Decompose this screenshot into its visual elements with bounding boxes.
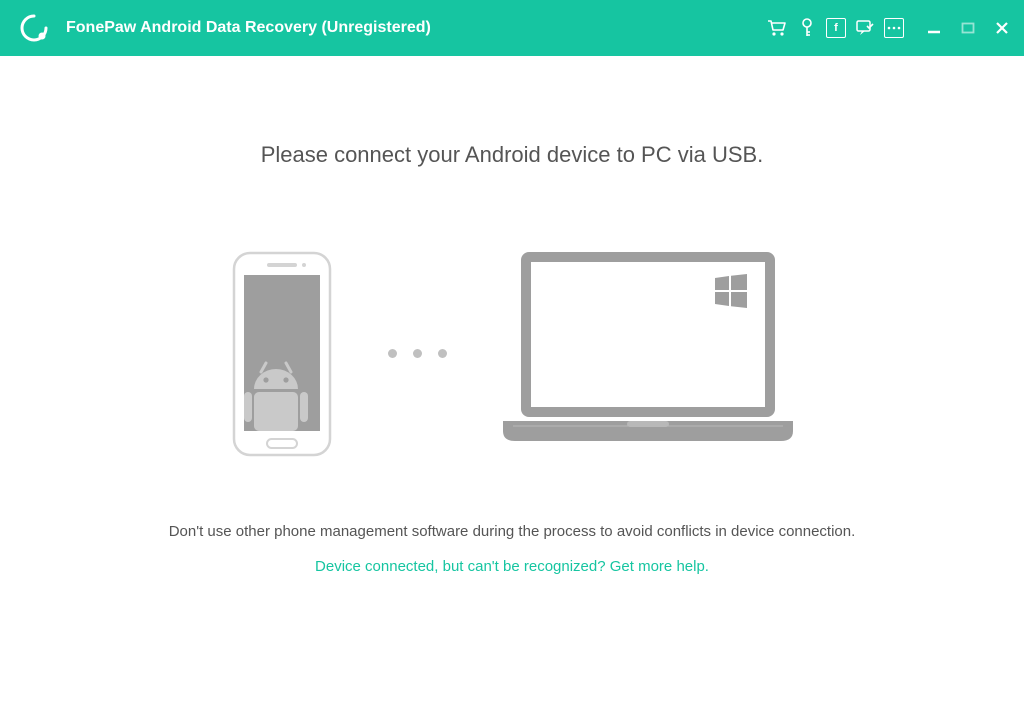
app-logo-icon: [20, 14, 48, 42]
instruction-title: Please connect your Android device to PC…: [261, 142, 764, 168]
connection-dots: [388, 349, 447, 358]
maximize-button[interactable]: [958, 18, 978, 38]
laptop-illustration: [493, 246, 803, 461]
main-content: Please connect your Android device to PC…: [0, 56, 1024, 702]
cart-icon[interactable]: [766, 17, 788, 39]
phone-illustration: [222, 249, 342, 459]
more-icon[interactable]: [884, 18, 904, 38]
close-button[interactable]: [992, 18, 1012, 38]
illustration-row: [222, 246, 803, 461]
facebook-icon[interactable]: f: [826, 18, 846, 38]
titlebar-left-group: FonePaw Android Data Recovery (Unregiste…: [12, 14, 431, 42]
warning-text: Don't use other phone management softwar…: [169, 523, 856, 540]
titlebar: FonePaw Android Data Recovery (Unregiste…: [0, 0, 1024, 56]
key-icon[interactable]: [796, 17, 818, 39]
feedback-icon[interactable]: [854, 17, 876, 39]
dot-icon: [388, 349, 397, 358]
dot-icon: [413, 349, 422, 358]
titlebar-right-group: f: [766, 17, 1012, 39]
app-title: FonePaw Android Data Recovery (Unregiste…: [66, 19, 431, 37]
dot-icon: [438, 349, 447, 358]
window-controls: [924, 18, 1012, 38]
app-window: FonePaw Android Data Recovery (Unregiste…: [0, 0, 1024, 702]
minimize-button[interactable]: [924, 18, 944, 38]
help-link[interactable]: Device connected, but can't be recognize…: [315, 558, 709, 575]
